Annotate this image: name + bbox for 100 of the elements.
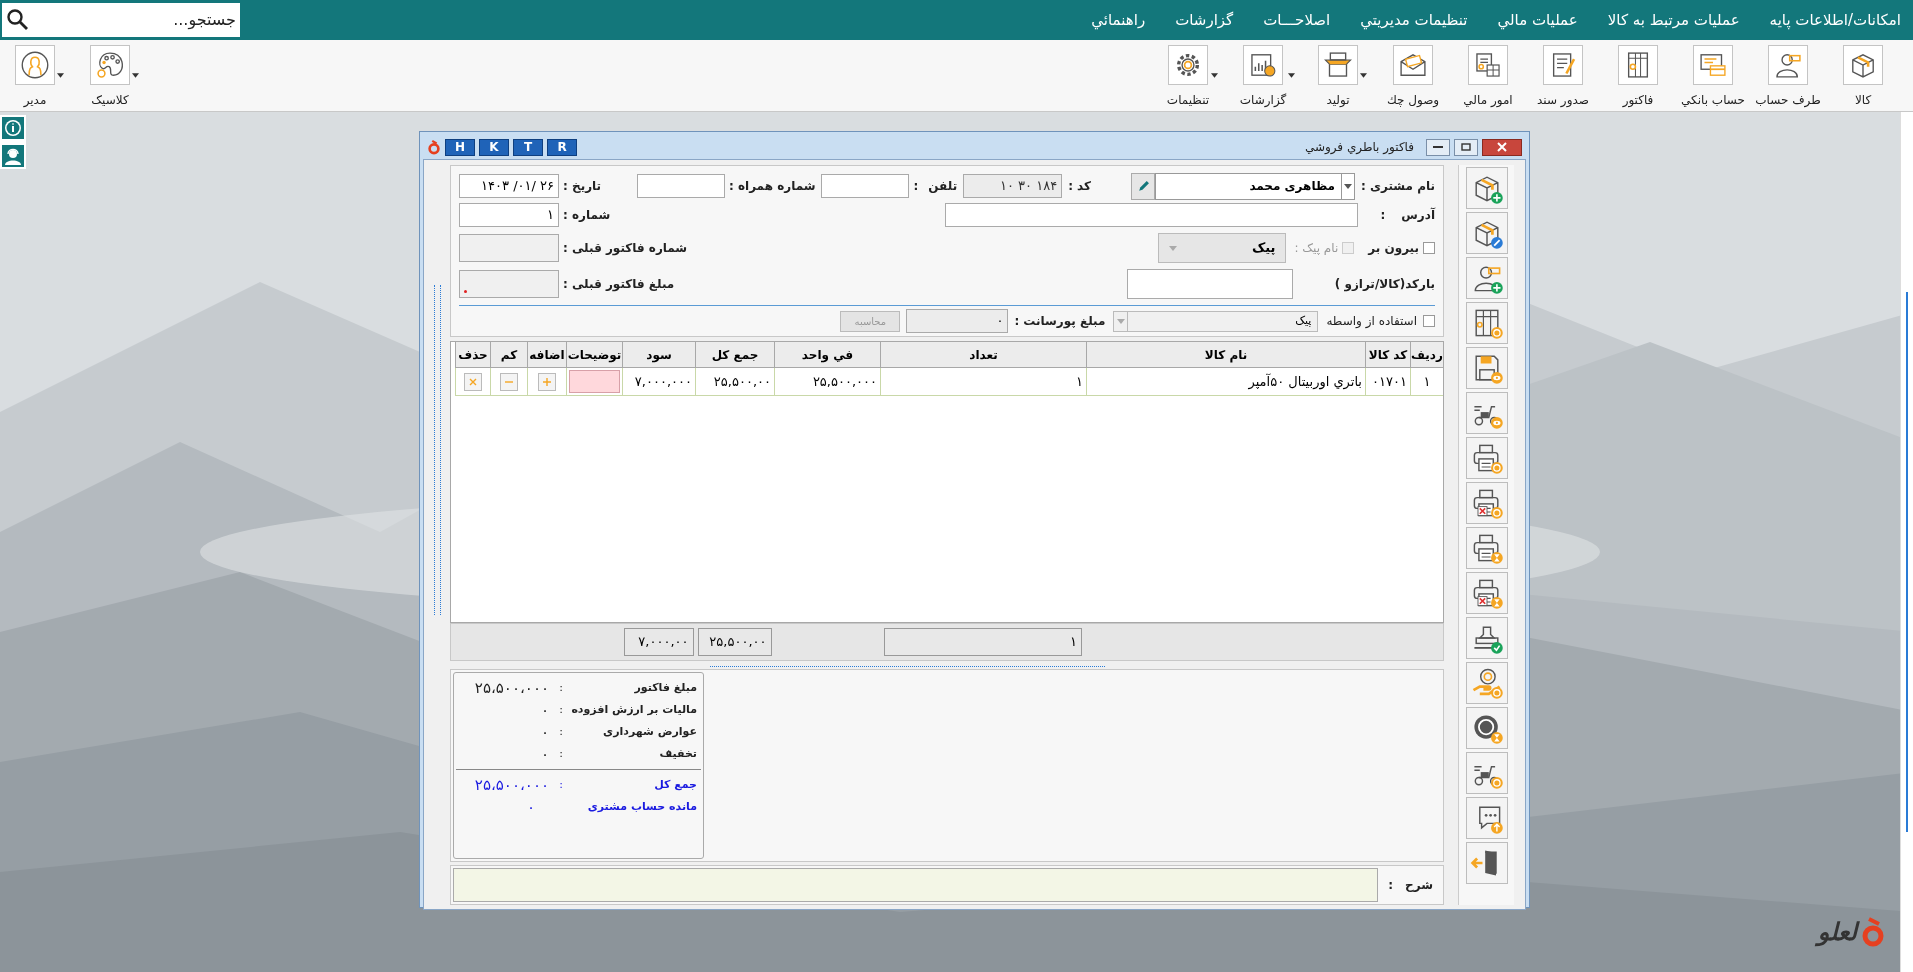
phone-field[interactable]	[821, 174, 910, 198]
menu-item[interactable]: اصلاحـــات	[1263, 8, 1331, 32]
quick-button[interactable]: R	[547, 138, 577, 156]
side-tool-button[interactable]	[1465, 797, 1508, 839]
search-field[interactable]: جستجو...	[2, 3, 240, 37]
menu-item[interactable]: امکانات/اطلاعات پايه	[1769, 8, 1901, 32]
caret-icon[interactable]	[1211, 73, 1219, 78]
restore-icon	[1461, 143, 1471, 151]
toolbar-button[interactable]: گزارشات	[1239, 45, 1287, 109]
invoice-icon	[1618, 45, 1658, 85]
table-cell: ۲۵,۵۰۰,۰۰	[695, 368, 774, 396]
summary-label: مانده حساب مشتری	[586, 798, 697, 815]
close-button[interactable]	[1482, 138, 1522, 156]
quick-button[interactable]: T	[513, 138, 543, 156]
code-field[interactable]: ۱۰ ۳۰ ۱۸۴	[963, 174, 1063, 198]
quick-button[interactable]: H	[445, 138, 475, 156]
support-agent-icon[interactable]	[2, 145, 24, 167]
total-quantity: ۱	[884, 628, 1082, 656]
side-tool-button[interactable]	[1465, 347, 1508, 389]
menu-item[interactable]: تنظيمات مديريتي	[1360, 8, 1468, 32]
toolbar-button[interactable]: مدير	[15, 45, 55, 109]
column-header[interactable]: في واحد	[774, 342, 880, 368]
toolbar-button[interactable]: حساب بانکي	[1681, 45, 1745, 109]
mobile-field[interactable]	[636, 174, 725, 198]
caret-icon[interactable]	[132, 73, 139, 78]
checkbox[interactable]	[1423, 315, 1435, 327]
minimize-button[interactable]	[1426, 138, 1450, 156]
column-header[interactable]: تعداد	[880, 342, 1086, 368]
date-field[interactable]: ۱۴۰۳ /۰۱/ ۲۶	[459, 174, 559, 198]
toolbar-button[interactable]: توليد	[1318, 45, 1358, 109]
side-tool-button[interactable]	[1465, 527, 1508, 569]
toolbar-button[interactable]: وصول چك	[1386, 45, 1440, 109]
side-tool-button[interactable]	[1465, 302, 1508, 344]
column-header[interactable]: اضافه	[527, 342, 566, 368]
column-header[interactable]: کد کالا	[1365, 342, 1410, 368]
person-icon	[1768, 45, 1808, 85]
previous-amount-field[interactable]	[459, 270, 559, 298]
toolbar-button[interactable]: فاکتور	[1618, 45, 1658, 109]
toolbar-button[interactable]: طرف حساب	[1755, 45, 1821, 109]
bank-card-icon	[1693, 45, 1733, 85]
side-tool-button[interactable]	[1465, 437, 1508, 479]
address-field[interactable]	[945, 203, 1359, 227]
side-tool-button[interactable]	[1465, 257, 1508, 299]
field-label: آدرس	[1401, 206, 1435, 224]
toolbar-button[interactable]: امور مالي	[1463, 45, 1513, 109]
menu-item[interactable]: عمليات مرتبط به كالا	[1607, 8, 1740, 32]
caret-icon[interactable]	[1288, 73, 1296, 78]
customer-dropdown[interactable]: مظاهری محمد	[1155, 172, 1356, 200]
toolbar-button[interactable]: صدور سند	[1537, 45, 1589, 109]
info-icon[interactable]	[2, 117, 24, 139]
side-tool-button[interactable]	[1465, 482, 1508, 524]
number-field[interactable]: ۱	[459, 203, 559, 227]
column-header[interactable]: توضیحات	[566, 342, 622, 368]
side-tool-button[interactable]	[1465, 752, 1508, 794]
side-tool-button[interactable]	[1465, 167, 1508, 209]
menu-item[interactable]: عمليات مالي	[1497, 8, 1578, 32]
column-header[interactable]: حذف	[455, 342, 490, 368]
column-header[interactable]: نام کالا	[1086, 342, 1365, 368]
column-header[interactable]: کم	[490, 342, 527, 368]
side-tool-button[interactable]	[1465, 617, 1508, 659]
search-icon	[6, 8, 30, 32]
toolbar-button[interactable]: تنظيمات	[1166, 45, 1210, 109]
summary-value: ۰	[540, 699, 549, 721]
splitter-handle[interactable]	[433, 285, 441, 615]
separator: :	[558, 776, 563, 793]
notes-field[interactable]	[569, 370, 620, 393]
side-tool-button[interactable]	[1465, 212, 1508, 254]
open-box-icon	[1318, 45, 1358, 85]
maximize-button[interactable]	[1454, 138, 1478, 156]
side-tool-button[interactable]	[1465, 392, 1508, 434]
side-tool-button[interactable]	[1465, 842, 1508, 884]
menu-item[interactable]: گزارشات	[1175, 8, 1234, 32]
quick-button[interactable]: K	[479, 138, 509, 156]
description-field[interactable]	[453, 868, 1379, 902]
column-header[interactable]: سود	[622, 342, 695, 368]
checkbox[interactable]	[1423, 242, 1435, 254]
field-label: شماره همراه :	[728, 178, 816, 195]
side-tool-button[interactable]	[1465, 707, 1508, 749]
summary-value: ۰	[526, 796, 535, 818]
table-cell: ۱	[880, 368, 1086, 396]
minimize-icon	[1433, 145, 1443, 149]
barcode-field[interactable]	[1126, 269, 1293, 299]
menu-item[interactable]: راهنمائي	[1091, 8, 1146, 32]
field-label: نام مشتری :	[1361, 178, 1435, 195]
toolbar-button[interactable]: كالا	[1843, 45, 1883, 109]
side-tool-button[interactable]	[1465, 572, 1508, 614]
caret-icon[interactable]	[57, 73, 64, 78]
edit-button[interactable]	[1131, 172, 1156, 200]
summary-label: تخفیف	[658, 745, 697, 762]
side-tool-button[interactable]	[1465, 662, 1508, 704]
field-label: شرح	[1405, 877, 1433, 894]
window-title: فاکتور باطري فروشي	[1304, 139, 1414, 156]
toolbar-button[interactable]: كلاسيک	[90, 45, 130, 109]
column-header[interactable]: جمع کل	[695, 342, 774, 368]
caret-icon[interactable]	[1360, 73, 1367, 78]
commission-field[interactable]: ۰	[906, 309, 1009, 333]
previous-invoice-field[interactable]	[459, 234, 559, 262]
field-label: کد :	[1068, 178, 1092, 195]
agent-dropdown[interactable]: پیک	[1113, 310, 1319, 332]
column-header[interactable]: ردیف	[1410, 342, 1443, 368]
